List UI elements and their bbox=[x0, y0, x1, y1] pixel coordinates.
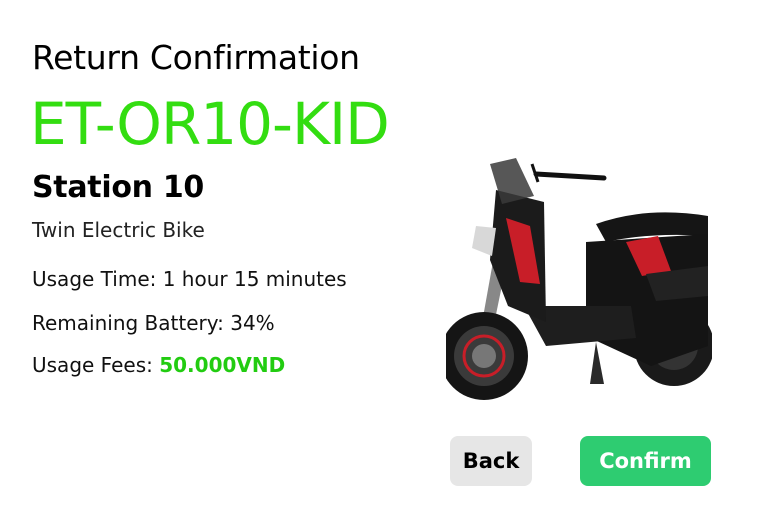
usage-time: Usage Time: 1 hour 15 minutes bbox=[32, 267, 347, 291]
usage-fees: Usage Fees: 50.000VND bbox=[32, 353, 285, 377]
vehicle-code: ET-OR10-KID bbox=[30, 90, 390, 158]
scooter-illustration bbox=[440, 158, 714, 400]
electric-scooter-image bbox=[440, 156, 714, 410]
confirm-button[interactable]: Confirm bbox=[580, 436, 711, 486]
usage-fees-label: Usage Fees: bbox=[32, 353, 160, 377]
page-title: Return Confirmation bbox=[32, 38, 360, 77]
usage-fees-value: 50.000VND bbox=[159, 353, 286, 377]
remaining-battery: Remaining Battery: 34% bbox=[32, 311, 275, 335]
station-name: Station 10 bbox=[32, 170, 204, 205]
bike-type: Twin Electric Bike bbox=[32, 218, 205, 242]
back-button[interactable]: Back bbox=[450, 436, 532, 486]
